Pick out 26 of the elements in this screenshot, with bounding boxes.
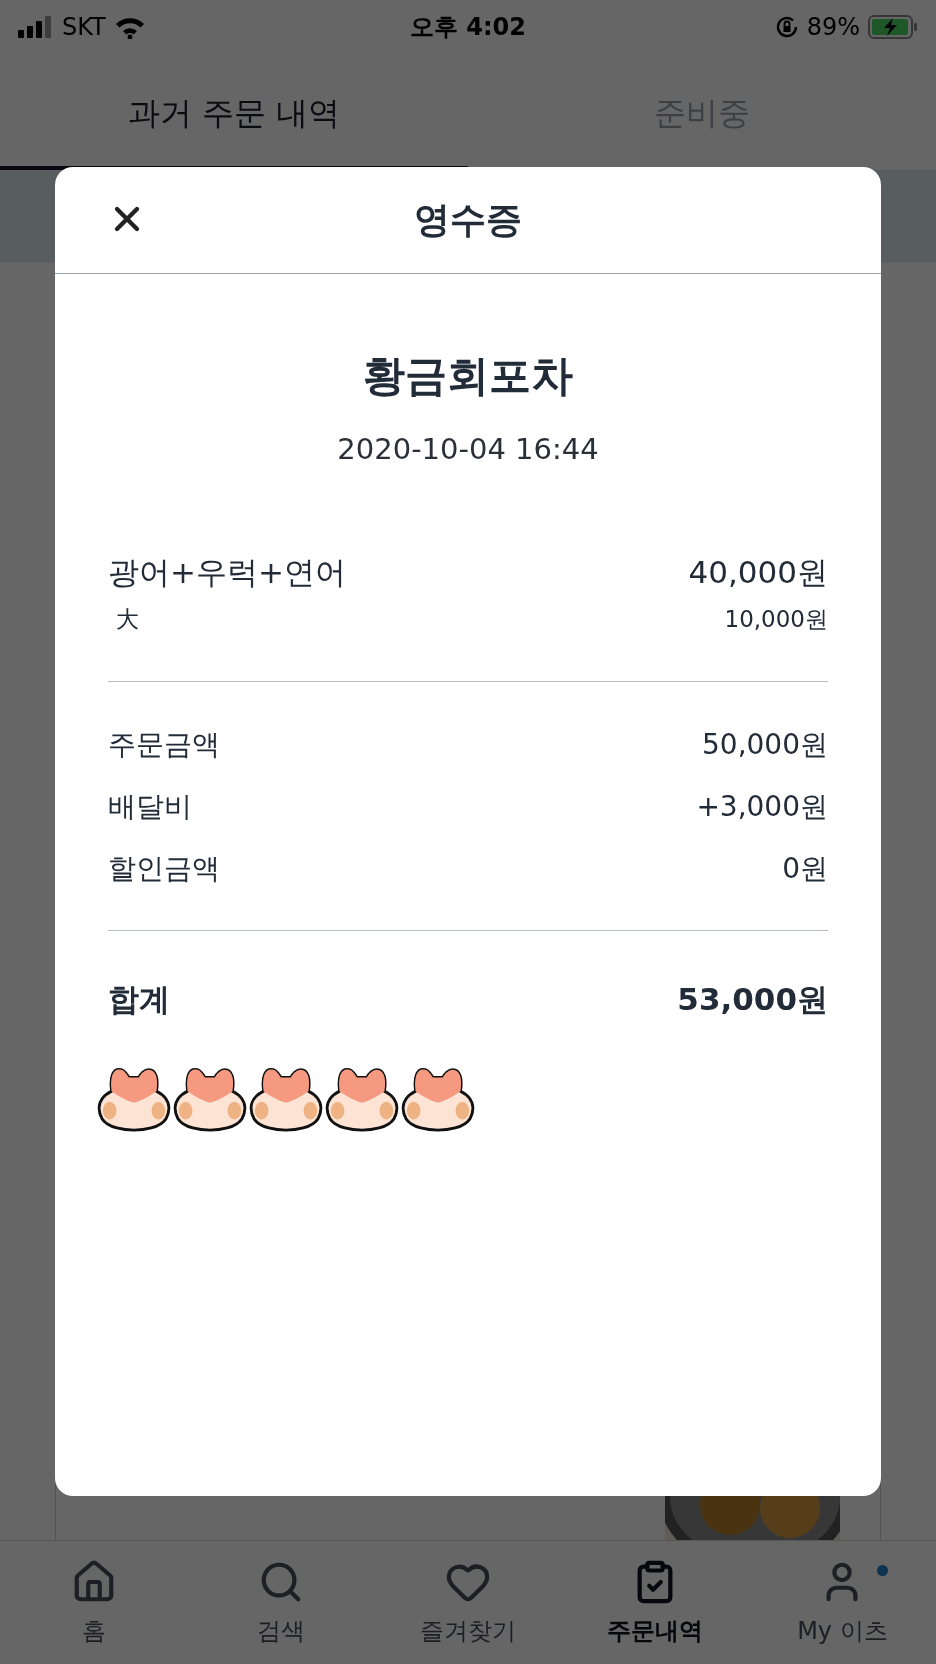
- option-name: 大: [116, 605, 139, 634]
- nav-tab[interactable]: My 이츠: [748, 1541, 936, 1664]
- summary-value: 50,000원: [702, 727, 828, 763]
- total-label: 합계: [108, 980, 170, 1019]
- clock-time: 오후 4:02: [409, 11, 527, 43]
- store-name: 황금회포차: [362, 350, 574, 402]
- item-name: 광어+우럭+연어: [108, 553, 346, 592]
- summary-value: 0원: [782, 851, 828, 887]
- nav-tab[interactable]: 주문내역: [561, 1541, 749, 1664]
- nav-tab[interactable]: 즐겨찾기: [374, 1541, 562, 1664]
- carrier-name: SKT: [62, 12, 106, 41]
- summary-value: +3,000원: [696, 789, 828, 825]
- summary-label: 할인금액: [108, 851, 220, 887]
- battery-percent: 89%: [806, 12, 860, 41]
- order-datetime: 2020-10-04 16:44: [336, 432, 600, 466]
- item-price: 40,000원: [688, 553, 828, 592]
- nav-tab[interactable]: 홈: [0, 1541, 188, 1664]
- total-value: 53,000원: [677, 980, 828, 1019]
- battery-icon: [868, 14, 918, 39]
- nav-tab[interactable]: 검색: [187, 1541, 375, 1664]
- option-price: 10,000원: [724, 605, 828, 634]
- signal-icon: [18, 15, 54, 38]
- dialog-title: 영수증: [414, 197, 522, 242]
- rotation-lock-icon: [774, 14, 799, 39]
- summary-label: 배달비: [108, 789, 192, 825]
- summary-label: 주문금액: [108, 727, 220, 763]
